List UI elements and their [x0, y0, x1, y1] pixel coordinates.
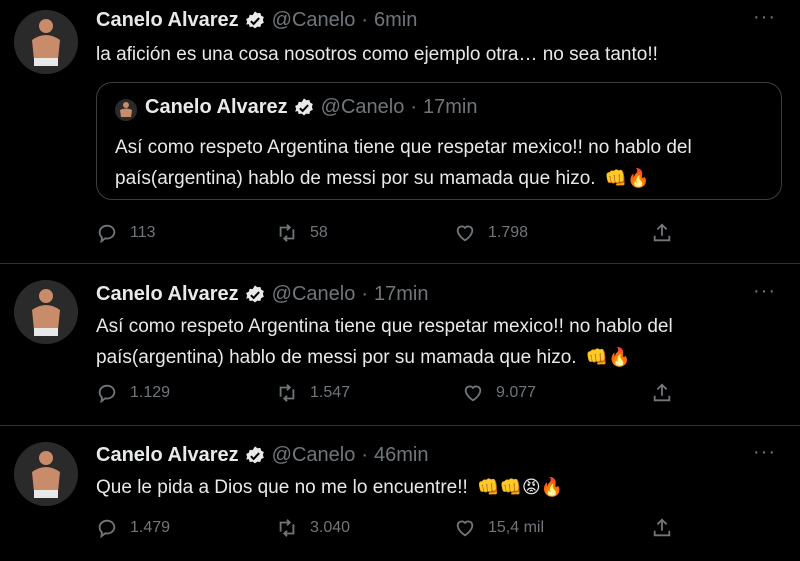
- quote-emojis: 👊🔥: [604, 168, 650, 188]
- reply-button[interactable]: 113: [96, 222, 156, 244]
- action-bar: 113 58 1.798: [96, 222, 696, 248]
- quote-avatar-image: [115, 99, 137, 121]
- separator-dot: ·: [361, 9, 369, 31]
- quoted-tweet[interactable]: Canelo Alvarez @Canelo · 17min Así como …: [96, 82, 782, 200]
- author-handle[interactable]: @Canelo: [272, 444, 356, 467]
- like-count: 15,4 mil: [488, 519, 545, 536]
- retweet-count: 1.547: [310, 384, 351, 401]
- tweet-emojis: 👊🔥: [585, 347, 631, 367]
- tweet-2[interactable]: Canelo Alvarez @Canelo · 17min ··· Así c…: [0, 264, 800, 424]
- like-button[interactable]: 1.798: [454, 222, 528, 244]
- tweet-3[interactable]: Canelo Alvarez @Canelo · 46min ··· Que l…: [0, 426, 800, 561]
- share-icon: [653, 223, 671, 242]
- like-count: 9.077: [496, 384, 537, 401]
- reply-button[interactable]: 1.479: [96, 517, 170, 539]
- more-options-icon[interactable]: ···: [753, 441, 776, 464]
- verified-badge-icon: [245, 10, 264, 28]
- avatar[interactable]: [14, 10, 78, 74]
- tweet-header: Canelo Alvarez @Canelo · 46min: [96, 444, 429, 467]
- timestamp[interactable]: 46min: [374, 444, 428, 467]
- like-button[interactable]: 15,4 mil: [454, 517, 544, 539]
- quote-author-name: Canelo Alvarez: [145, 96, 288, 118]
- reply-count: 113: [130, 224, 156, 241]
- tweet-text: Así como respeto Argentina tiene que res…: [96, 312, 776, 373]
- retweet-icon: [279, 519, 295, 537]
- avatar-image: [14, 10, 78, 74]
- retweet-button[interactable]: 3.040: [276, 517, 350, 539]
- action-bar: 1.479 3.040 15,4 mil: [96, 517, 696, 543]
- reply-icon: [98, 519, 116, 539]
- avatar-image: [14, 280, 78, 344]
- tweet-header: Canelo Alvarez @Canelo · 6min: [96, 9, 417, 32]
- retweet-button[interactable]: 1.547: [276, 382, 350, 404]
- more-options-icon[interactable]: ···: [753, 280, 776, 303]
- verified-badge-icon: [294, 97, 313, 115]
- timestamp[interactable]: 6min: [374, 9, 417, 32]
- tweet-emojis: 👊👊😡🔥: [477, 477, 564, 497]
- verified-badge-icon: [245, 284, 264, 302]
- avatar[interactable]: [14, 442, 78, 506]
- share-button[interactable]: [651, 517, 685, 539]
- separator-dot: ·: [361, 283, 369, 305]
- like-icon: [456, 520, 474, 537]
- action-bar: 1.129 1.547 9.077: [96, 382, 696, 408]
- author-name[interactable]: Canelo Alvarez: [96, 9, 239, 32]
- share-button[interactable]: [651, 222, 685, 244]
- quote-author-handle: @Canelo: [320, 96, 405, 118]
- retweet-icon: [279, 224, 295, 242]
- retweet-icon: [279, 384, 295, 402]
- separator-dot: ·: [410, 96, 418, 118]
- tweet-1[interactable]: Canelo Alvarez @Canelo · 6min ··· la afi…: [0, 0, 800, 262]
- timestamp[interactable]: 17min: [374, 283, 428, 306]
- retweet-count: 3.040: [310, 519, 351, 536]
- avatar[interactable]: [14, 280, 78, 344]
- more-options-icon[interactable]: ···: [753, 6, 776, 29]
- separator-dot: ·: [361, 444, 369, 466]
- quote-text: Así como respeto Argentina tiene que res…: [115, 133, 765, 194]
- reply-count: 1.479: [130, 519, 171, 536]
- reply-button[interactable]: 1.129: [96, 382, 170, 404]
- share-button[interactable]: [651, 382, 685, 404]
- share-icon: [653, 383, 671, 402]
- like-button[interactable]: 9.077: [462, 382, 536, 404]
- like-icon: [464, 385, 482, 402]
- reply-icon: [98, 384, 116, 404]
- verified-badge-icon: [245, 445, 264, 463]
- tweet-text: Que le pida a Dios que no me lo encuentr…: [96, 472, 776, 503]
- like-icon: [456, 225, 474, 242]
- share-icon: [653, 518, 671, 537]
- retweet-button[interactable]: 58: [276, 222, 328, 244]
- author-handle[interactable]: @Canelo: [272, 283, 356, 306]
- quote-header: Canelo Alvarez @Canelo · 17min: [145, 96, 478, 119]
- avatar-image: [14, 442, 78, 506]
- tweet-text: la afición es una cosa nosotros como eje…: [96, 44, 658, 65]
- author-handle[interactable]: @Canelo: [272, 9, 356, 32]
- reply-icon: [98, 224, 116, 244]
- tweet-header: Canelo Alvarez @Canelo · 17min: [96, 283, 429, 306]
- quote-avatar: [115, 99, 137, 121]
- author-name[interactable]: Canelo Alvarez: [96, 444, 239, 467]
- retweet-count: 58: [310, 224, 328, 241]
- like-count: 1.798: [488, 224, 529, 241]
- reply-count: 1.129: [130, 384, 171, 401]
- tweet-text-body: Que le pida a Dios que no me lo encuentr…: [96, 477, 468, 498]
- quote-timestamp: 17min: [423, 96, 478, 118]
- author-name[interactable]: Canelo Alvarez: [96, 283, 239, 306]
